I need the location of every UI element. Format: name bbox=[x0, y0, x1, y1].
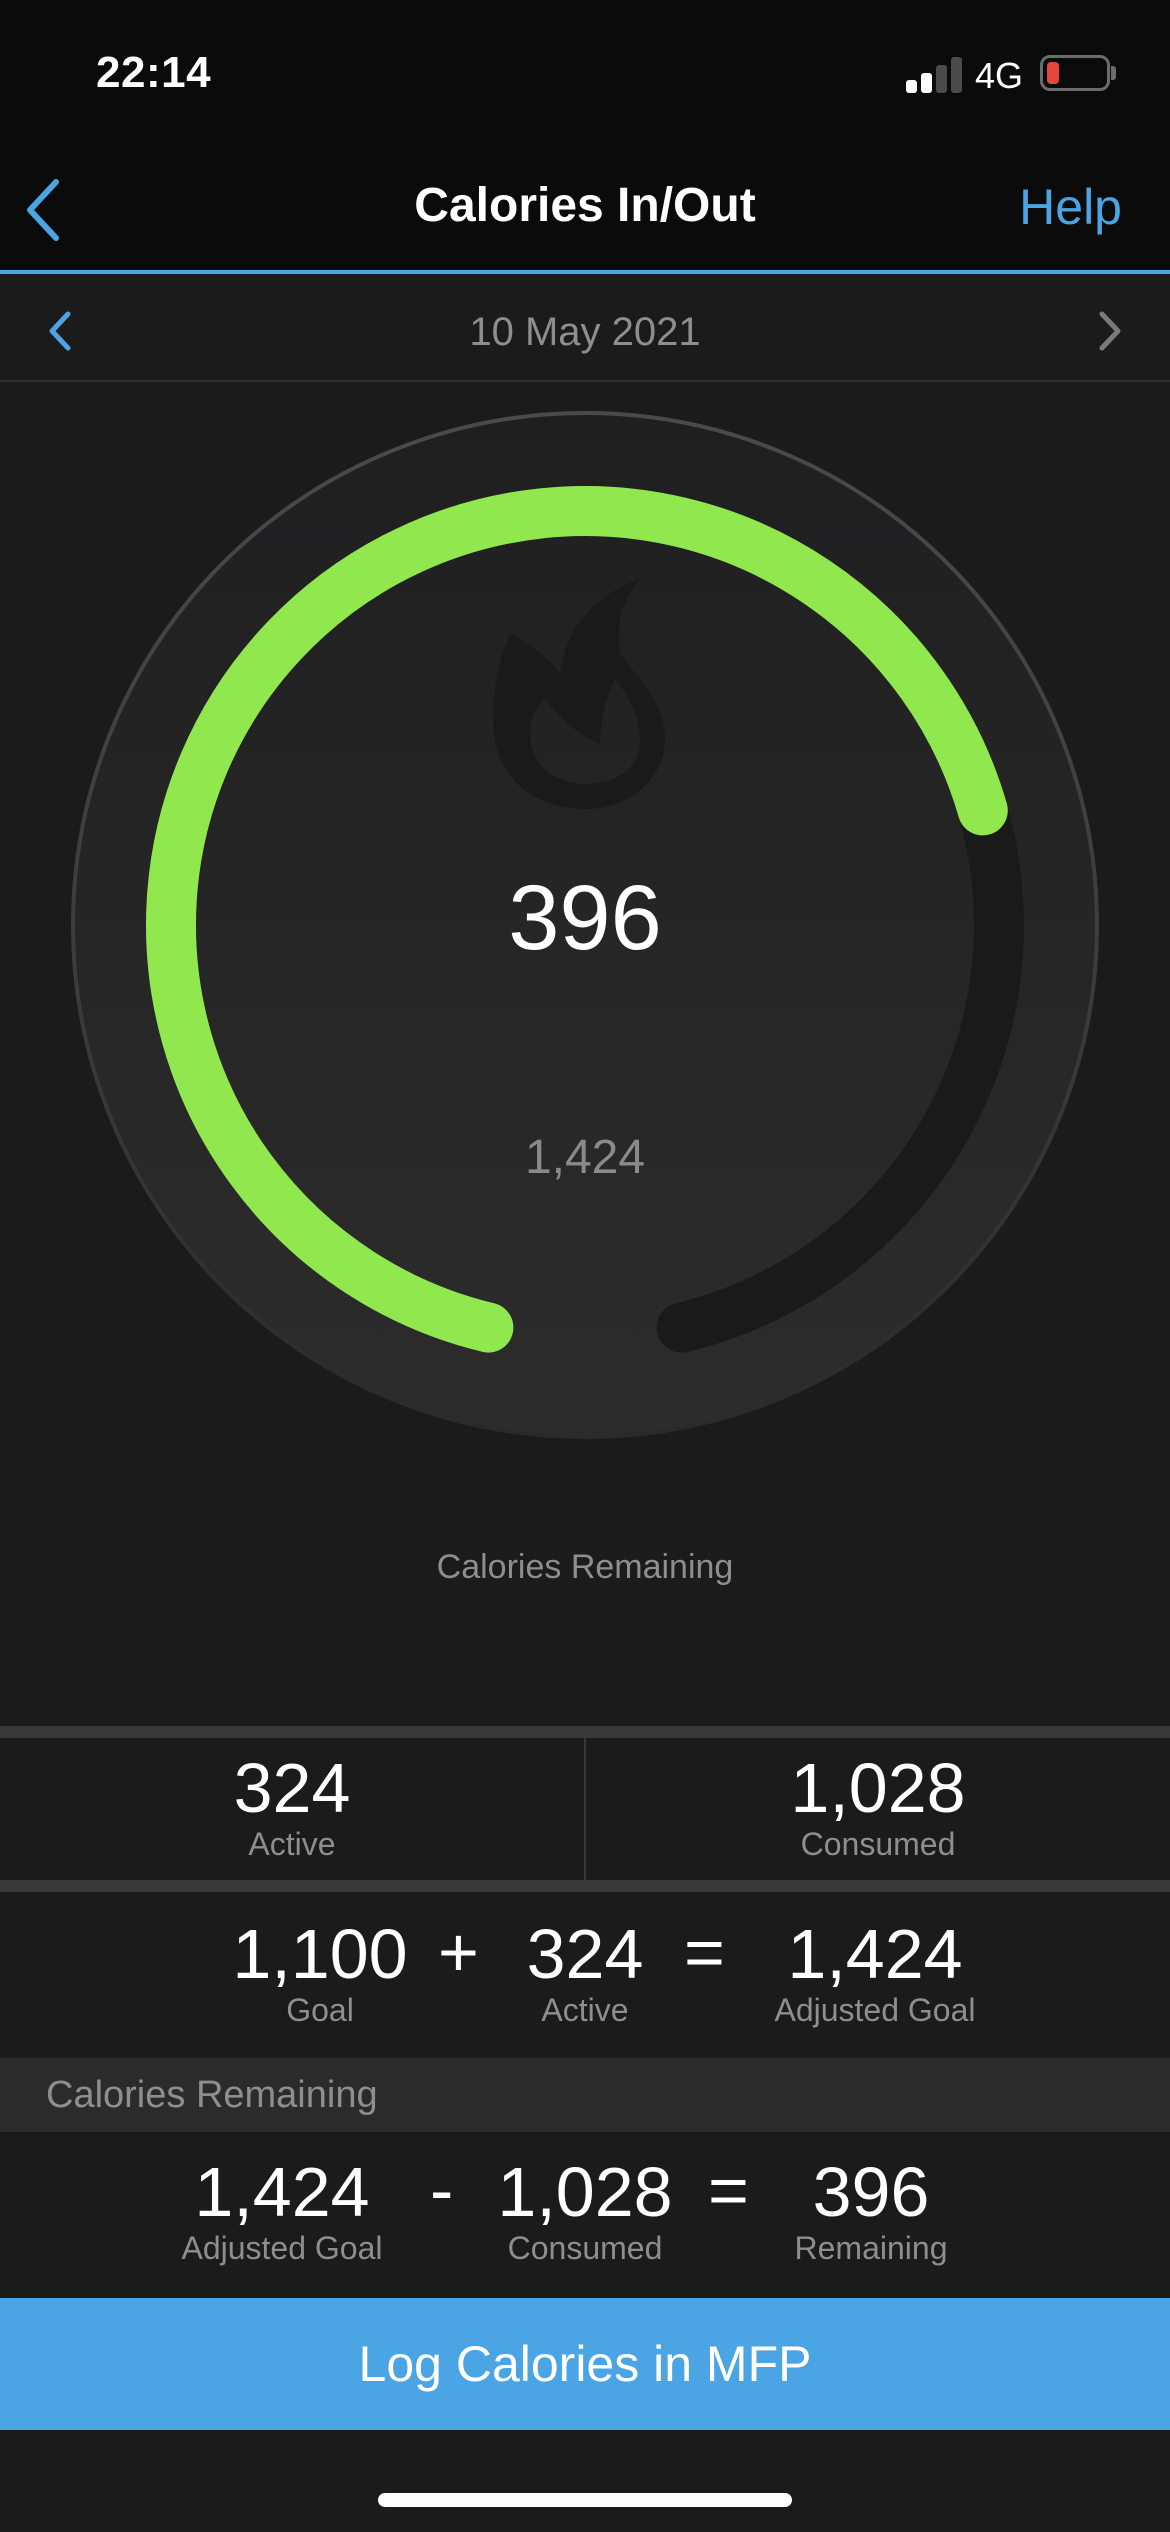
battery-level bbox=[1047, 62, 1059, 84]
network-type: 4G bbox=[975, 55, 1024, 96]
navigation-bar: Calories In/Out Help bbox=[0, 150, 1170, 274]
next-day-button[interactable] bbox=[1090, 306, 1130, 356]
equation-term-adjusted-goal: 1,424 Adjusted Goal bbox=[725, 1916, 1025, 2028]
battery-tip bbox=[1111, 66, 1116, 80]
help-button[interactable]: Help bbox=[1019, 178, 1122, 236]
signal-bar bbox=[921, 73, 932, 93]
remaining-value: 396 bbox=[812, 2153, 930, 2231]
consumed-label: Consumed bbox=[507, 2230, 663, 2266]
goal-equation: 1,100 Goal + 324 Active = 1,424 Adjusted… bbox=[0, 1892, 1170, 2058]
calories-gauge: 396 1,424 Calories Remaining bbox=[0, 384, 1170, 1724]
signal-bar bbox=[936, 65, 947, 93]
consumed-label: Consumed bbox=[800, 1826, 956, 1862]
active-label: Active bbox=[248, 1826, 336, 1862]
equation-term-consumed: 1,028 Consumed bbox=[435, 2154, 735, 2266]
adjusted-goal-label: Adjusted Goal bbox=[774, 1992, 976, 2028]
page-title: Calories In/Out bbox=[414, 179, 756, 232]
summary-row: 324 Active 1,028 Consumed bbox=[0, 1738, 1170, 1880]
consumed-summary: 1,028 Consumed bbox=[584, 1738, 1170, 1880]
home-indicator[interactable] bbox=[378, 2493, 792, 2507]
log-calories-button[interactable]: Log Calories in MFP bbox=[0, 2298, 1170, 2430]
goal-value: 1,100 bbox=[232, 1915, 408, 1993]
chevron-right-icon bbox=[1099, 311, 1121, 351]
equation-term-adjusted-goal: 1,424 Adjusted Goal bbox=[132, 2154, 432, 2266]
status-time: 22:14 bbox=[96, 48, 212, 97]
active-value: 324 bbox=[233, 1749, 351, 1827]
calories-remaining-value: 396 bbox=[508, 867, 662, 969]
remaining-label: Remaining bbox=[794, 2230, 948, 2266]
adjusted-goal-value: 1,424 bbox=[787, 1915, 963, 1993]
consumed-value: 1,028 bbox=[790, 1749, 966, 1827]
current-date: 10 May 2021 bbox=[469, 310, 701, 354]
battery-icon bbox=[1040, 55, 1110, 91]
adjusted-goal-label: Adjusted Goal bbox=[181, 2230, 383, 2266]
section-header: Calories Remaining bbox=[0, 2058, 1170, 2132]
status-bar: 22:14 4G bbox=[0, 0, 1170, 150]
equals-operator: = bbox=[684, 1913, 725, 1991]
goal-label: Goal bbox=[286, 1992, 354, 2028]
cellular-signal-icon bbox=[906, 57, 962, 93]
adjusted-goal-value: 1,424 bbox=[524, 1131, 646, 1184]
equation-term-remaining: 396 Remaining bbox=[721, 2154, 1021, 2266]
remaining-equation: 1,424 Adjusted Goal - 1,028 Consumed = 3… bbox=[0, 2132, 1170, 2298]
equation-term-goal: 1,100 Goal bbox=[170, 1916, 470, 2028]
divider bbox=[0, 1726, 1170, 1738]
section-header-title: Calories Remaining bbox=[46, 2074, 378, 2116]
signal-bar bbox=[906, 80, 917, 93]
adjusted-goal-value: 1,424 bbox=[194, 2153, 370, 2231]
signal-bar bbox=[951, 57, 962, 93]
gauge-caption: Calories Remaining bbox=[436, 1548, 734, 1586]
divider bbox=[0, 1880, 1170, 1892]
active-label: Active bbox=[541, 1992, 629, 2028]
date-navigator: 10 May 2021 bbox=[0, 278, 1170, 382]
active-summary: 324 Active bbox=[0, 1738, 584, 1880]
consumed-value: 1,028 bbox=[497, 2153, 673, 2231]
